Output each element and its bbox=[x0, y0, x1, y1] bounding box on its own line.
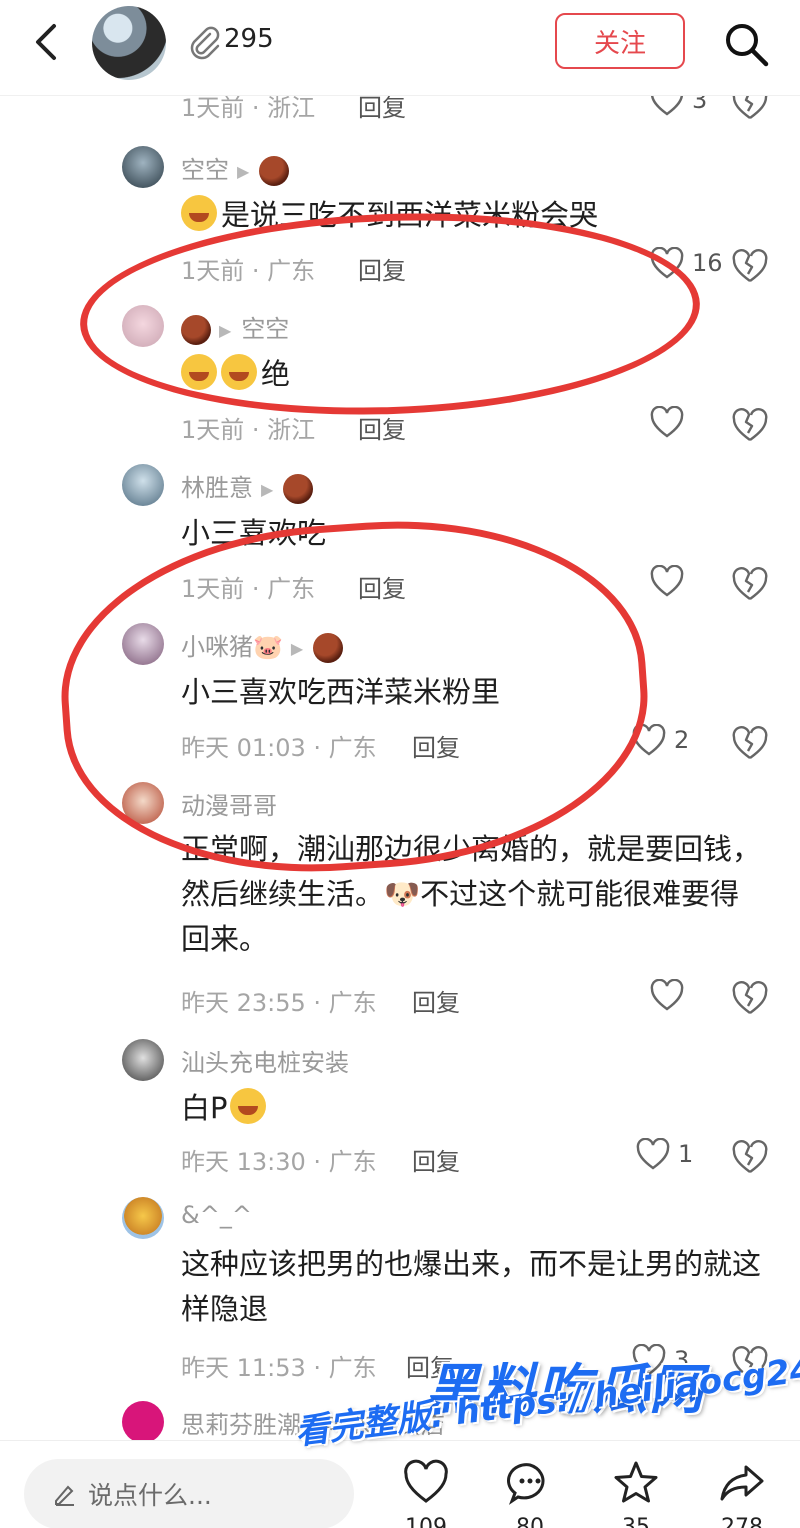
author-count: 295 bbox=[224, 24, 274, 54]
heart-icon bbox=[636, 1138, 670, 1170]
heart-icon bbox=[650, 565, 684, 597]
user-avatar[interactable] bbox=[122, 1401, 164, 1440]
broken-heart-icon[interactable] bbox=[732, 1140, 768, 1174]
heart-icon bbox=[632, 1344, 666, 1376]
broken-heart-icon[interactable] bbox=[732, 726, 768, 760]
back-arrow-icon[interactable] bbox=[28, 22, 68, 62]
smile-emoji-icon bbox=[229, 1088, 266, 1124]
broken-heart-icon[interactable] bbox=[732, 981, 768, 1015]
comment-action[interactable]: 80 bbox=[502, 1459, 558, 1528]
bottom-action-bar: 说点什么... 109 80 35 278 bbox=[0, 1440, 800, 1528]
favorite-action[interactable]: 35 bbox=[608, 1459, 664, 1528]
like-count: 3 bbox=[674, 1346, 690, 1374]
paperclip-icon bbox=[190, 26, 220, 60]
like-count: 16 bbox=[692, 249, 723, 277]
like-button[interactable] bbox=[650, 979, 692, 1011]
comment-username[interactable]: &^_^ bbox=[181, 1201, 252, 1229]
comment-meta: 昨天 13:30 · 广东 bbox=[181, 1148, 377, 1176]
comment-username[interactable]: 思莉芬胜潮汐内衣专卖店 bbox=[181, 1405, 445, 1440]
like-count: 1 bbox=[678, 1140, 694, 1168]
share-arrow-icon bbox=[720, 1465, 764, 1501]
user-avatar[interactable] bbox=[122, 1039, 164, 1081]
reply-button[interactable]: 回复 bbox=[412, 1142, 460, 1177]
reply-button[interactable]: 回复 bbox=[406, 1348, 454, 1383]
comment-input[interactable]: 说点什么... bbox=[24, 1459, 354, 1528]
like-action[interactable]: 109 bbox=[398, 1459, 454, 1528]
comment-placeholder: 说点什么... bbox=[88, 1481, 212, 1510]
broken-heart-icon[interactable] bbox=[732, 249, 768, 283]
reply-arrow-icon: ▶ bbox=[261, 479, 274, 499]
like-button[interactable]: 3 bbox=[632, 1344, 689, 1376]
like-button[interactable] bbox=[650, 406, 692, 438]
chestnut-avatar-icon bbox=[259, 156, 290, 186]
comment-meta: 昨天 11:53 · 广东 bbox=[181, 1354, 377, 1382]
broken-heart-icon[interactable] bbox=[732, 567, 768, 601]
like-count: 3 bbox=[692, 96, 708, 114]
comment-username[interactable]: 空空 ▶ bbox=[181, 150, 290, 186]
comment-meta: 1天前 · 浙江 bbox=[181, 416, 316, 444]
heart-icon bbox=[650, 96, 684, 116]
like-button[interactable]: 1 bbox=[636, 1138, 693, 1170]
user-avatar[interactable] bbox=[122, 464, 164, 506]
comment-total: 80 bbox=[516, 1515, 544, 1528]
laugh-cry-emoji-icon bbox=[181, 195, 217, 231]
pencil-icon bbox=[55, 1485, 74, 1506]
comment-text: 这种应该把男的也爆出来，而不是让男的就这样隐退 bbox=[181, 1247, 762, 1326]
broken-heart-icon[interactable] bbox=[732, 408, 768, 442]
broken-heart-icon[interactable] bbox=[732, 96, 768, 120]
author-avatar[interactable] bbox=[92, 6, 166, 80]
chat-bubble-icon bbox=[507, 1463, 545, 1505]
like-count: 2 bbox=[674, 726, 690, 754]
heart-icon bbox=[650, 406, 684, 438]
reply-arrow-icon: ▶ bbox=[237, 161, 250, 181]
share-action[interactable]: 278 bbox=[714, 1459, 770, 1528]
user-avatar[interactable] bbox=[122, 1197, 164, 1239]
reply-button[interactable]: 回复 bbox=[358, 96, 406, 123]
comment-username[interactable]: 林胜意 ▶ bbox=[181, 468, 314, 504]
comment-meta: 昨天 23:55 · 广东 bbox=[181, 989, 377, 1017]
broken-heart-icon[interactable] bbox=[732, 1346, 768, 1380]
like-button[interactable] bbox=[650, 565, 692, 597]
share-total: 278 bbox=[721, 1515, 763, 1528]
reply-button[interactable]: 回复 bbox=[358, 410, 406, 445]
comment-username[interactable]: 汕头充电桩安装 bbox=[181, 1043, 349, 1078]
heart-icon bbox=[650, 979, 684, 1011]
top-bar: 295 关注 bbox=[0, 0, 800, 96]
comment-text: 白P bbox=[181, 1086, 761, 1131]
comment-list: 1天前 · 浙江 回复 3 空空 ▶ 是说三吃不到西洋菜米粉会哭 1天前 · 广东… bbox=[0, 96, 800, 1440]
comment-item: 思莉芬胜潮汐内衣专卖店 bbox=[0, 1401, 800, 1440]
comment-item: &^_^ 这种应该把男的也爆出来，而不是让男的就这样隐退 昨天 11:53 · … bbox=[0, 1193, 800, 1383]
star-total: 35 bbox=[622, 1515, 650, 1528]
heart-icon bbox=[404, 1459, 448, 1503]
search-icon[interactable] bbox=[722, 20, 770, 68]
like-total: 109 bbox=[405, 1515, 447, 1528]
like-button[interactable]: 3 bbox=[650, 96, 707, 116]
comment-meta: 1天前 · 浙江 bbox=[181, 96, 316, 122]
reply-button[interactable]: 回复 bbox=[412, 983, 460, 1018]
follow-button[interactable]: 关注 bbox=[555, 13, 685, 69]
comment-item: 汕头充电桩安装 白P 昨天 13:30 · 广东 回复 1 bbox=[0, 1035, 800, 1177]
chestnut-avatar-icon bbox=[283, 474, 314, 504]
user-avatar[interactable] bbox=[122, 146, 164, 188]
comment-item: 1天前 · 浙江 回复 3 bbox=[0, 96, 800, 122]
star-icon bbox=[614, 1461, 658, 1503]
